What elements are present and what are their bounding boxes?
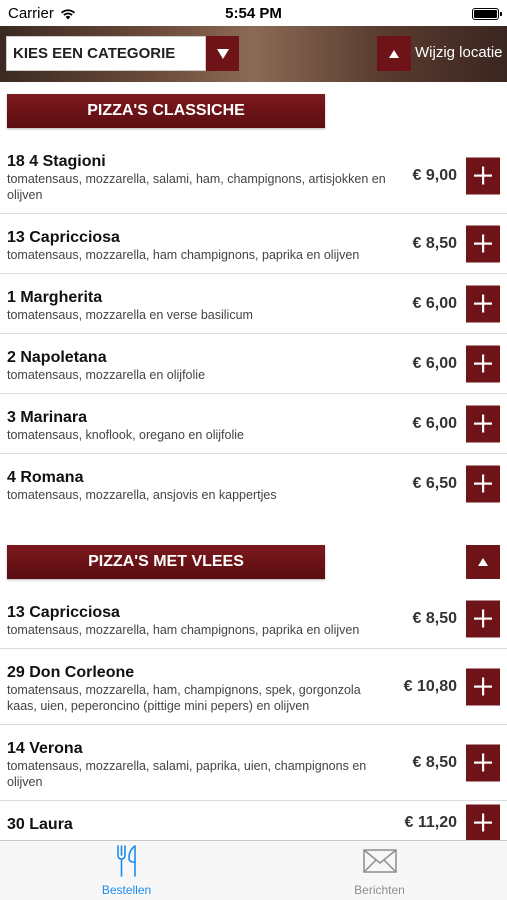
menu-item[interactable]: 18 4 Stagioni tomatensaus, mozzarella, s… bbox=[0, 138, 507, 214]
plus-icon bbox=[474, 753, 492, 772]
menu-item[interactable]: 13 Capricciosa tomatensaus, mozzarella, … bbox=[0, 214, 507, 274]
item-name: 18 4 Stagioni bbox=[7, 153, 106, 170]
menu-list[interactable]: PIZZA'S CLASSICHE 18 4 Stagioni tomatens… bbox=[0, 82, 507, 840]
item-description: tomatensaus, mozzarella en verse basilic… bbox=[7, 308, 253, 322]
tab-orders[interactable]: Bestellen bbox=[0, 841, 253, 900]
change-location-label[interactable]: Wijzig locatie bbox=[415, 44, 503, 61]
section-header: PIZZA'S MET VLEES bbox=[0, 533, 507, 589]
item-price: € 11,20 bbox=[404, 813, 458, 831]
item-name: 13 Capricciosa bbox=[7, 229, 120, 246]
menu-item[interactable]: 1 Margherita tomatensaus, mozzarella en … bbox=[0, 274, 507, 334]
item-name: 1 Margherita bbox=[7, 289, 103, 306]
item-name: 13 Capricciosa bbox=[7, 604, 120, 621]
item-price: € 8,50 bbox=[412, 609, 457, 627]
item-name: 2 Napoletana bbox=[7, 349, 107, 366]
add-to-cart-button[interactable] bbox=[466, 804, 500, 840]
item-name: 4 Romana bbox=[7, 469, 84, 486]
section-collapse-button[interactable] bbox=[466, 545, 500, 579]
triangle-down-icon bbox=[216, 48, 229, 59]
plus-icon bbox=[474, 354, 492, 373]
item-price: € 8,50 bbox=[412, 234, 457, 252]
item-name: 14 Verona bbox=[7, 740, 83, 757]
change-location-button[interactable] bbox=[377, 36, 411, 71]
plus-icon bbox=[474, 677, 492, 696]
item-price: € 6,00 bbox=[412, 414, 457, 432]
add-to-cart-button[interactable] bbox=[466, 668, 500, 705]
item-price: € 6,00 bbox=[412, 294, 457, 312]
menu-item[interactable]: 14 Verona tomatensaus, mozzarella, salam… bbox=[0, 725, 507, 801]
item-price: € 6,00 bbox=[412, 354, 457, 372]
menu-item[interactable]: 3 Marinara tomatensaus, knoflook, oregan… bbox=[0, 394, 507, 454]
envelope-icon bbox=[362, 842, 397, 880]
item-description: tomatensaus, knoflook, oregano en olijfo… bbox=[7, 428, 244, 442]
section-header: PIZZA'S CLASSICHE bbox=[0, 82, 507, 138]
item-description: tomatensaus, mozzarella, ansjovis en kap… bbox=[7, 488, 277, 502]
menu-item[interactable]: 30 Laura € 11,20 bbox=[0, 801, 507, 840]
item-price: € 8,50 bbox=[412, 753, 457, 771]
plus-icon bbox=[474, 609, 492, 628]
tab-messages[interactable]: Berichten bbox=[253, 841, 506, 900]
section-title[interactable]: PIZZA'S CLASSICHE bbox=[7, 94, 325, 128]
section-title[interactable]: PIZZA'S MET VLEES bbox=[7, 545, 325, 579]
item-description: tomatensaus, mozzarella, ham champignons… bbox=[7, 623, 360, 637]
item-description: tomatensaus, mozzarella, salami, paprika… bbox=[7, 759, 367, 789]
category-dropdown-button[interactable] bbox=[206, 36, 239, 71]
item-price: € 9,00 bbox=[412, 166, 457, 184]
tab-messages-label: Berichten bbox=[354, 883, 405, 897]
add-to-cart-button[interactable] bbox=[466, 345, 500, 382]
add-to-cart-button[interactable] bbox=[466, 225, 500, 262]
battery-icon bbox=[472, 8, 502, 20]
add-to-cart-button[interactable] bbox=[466, 465, 500, 502]
triangle-up-icon bbox=[478, 558, 488, 566]
status-time: 5:54 PM bbox=[225, 5, 282, 22]
plus-icon bbox=[474, 234, 492, 253]
plus-icon bbox=[474, 474, 492, 493]
menu-item[interactable]: 13 Capricciosa tomatensaus, mozzarella, … bbox=[0, 589, 507, 649]
triangle-up-icon bbox=[389, 49, 399, 58]
add-to-cart-button[interactable] bbox=[466, 405, 500, 442]
item-name: 30 Laura bbox=[7, 816, 73, 833]
item-description: tomatensaus, mozzarella en olijfolie bbox=[7, 368, 206, 382]
menu-item[interactable]: 2 Napoletana tomatensaus, mozzarella en … bbox=[0, 334, 507, 394]
status-bar: Carrier 5:54 PM bbox=[0, 0, 507, 26]
tab-bar: Bestellen Berichten bbox=[0, 840, 507, 900]
add-to-cart-button[interactable] bbox=[466, 157, 500, 194]
menu-item[interactable]: 29 Don Corleone tomatensaus, mozzarella,… bbox=[0, 649, 507, 725]
tab-orders-label: Bestellen bbox=[101, 883, 152, 897]
menu-item[interactable]: 4 Romana tomatensaus, mozzarella, ansjov… bbox=[0, 454, 507, 513]
category-select[interactable]: KIES EEN CATEGORIE bbox=[6, 36, 206, 71]
item-description: tomatensaus, mozzarella, ham, champignon… bbox=[7, 683, 361, 713]
category-select-label: KIES EEN CATEGORIE bbox=[13, 45, 176, 62]
fork-knife-icon bbox=[115, 842, 139, 880]
plus-icon bbox=[474, 813, 492, 832]
plus-icon bbox=[474, 414, 492, 433]
item-name: 3 Marinara bbox=[7, 409, 88, 426]
add-to-cart-button[interactable] bbox=[466, 285, 500, 322]
item-description: tomatensaus, mozzarella, salami, ham, ch… bbox=[7, 172, 386, 202]
add-to-cart-button[interactable] bbox=[466, 600, 500, 637]
item-description: tomatensaus, mozzarella, ham champignons… bbox=[7, 248, 360, 262]
item-price: € 10,80 bbox=[403, 677, 457, 695]
plus-icon bbox=[474, 294, 492, 313]
item-price: € 6,50 bbox=[412, 474, 457, 492]
item-name: 29 Don Corleone bbox=[7, 664, 135, 681]
plus-icon bbox=[474, 166, 492, 185]
add-to-cart-button[interactable] bbox=[466, 744, 500, 781]
toolbar: KIES EEN CATEGORIE Wijzig locatie bbox=[0, 26, 507, 82]
